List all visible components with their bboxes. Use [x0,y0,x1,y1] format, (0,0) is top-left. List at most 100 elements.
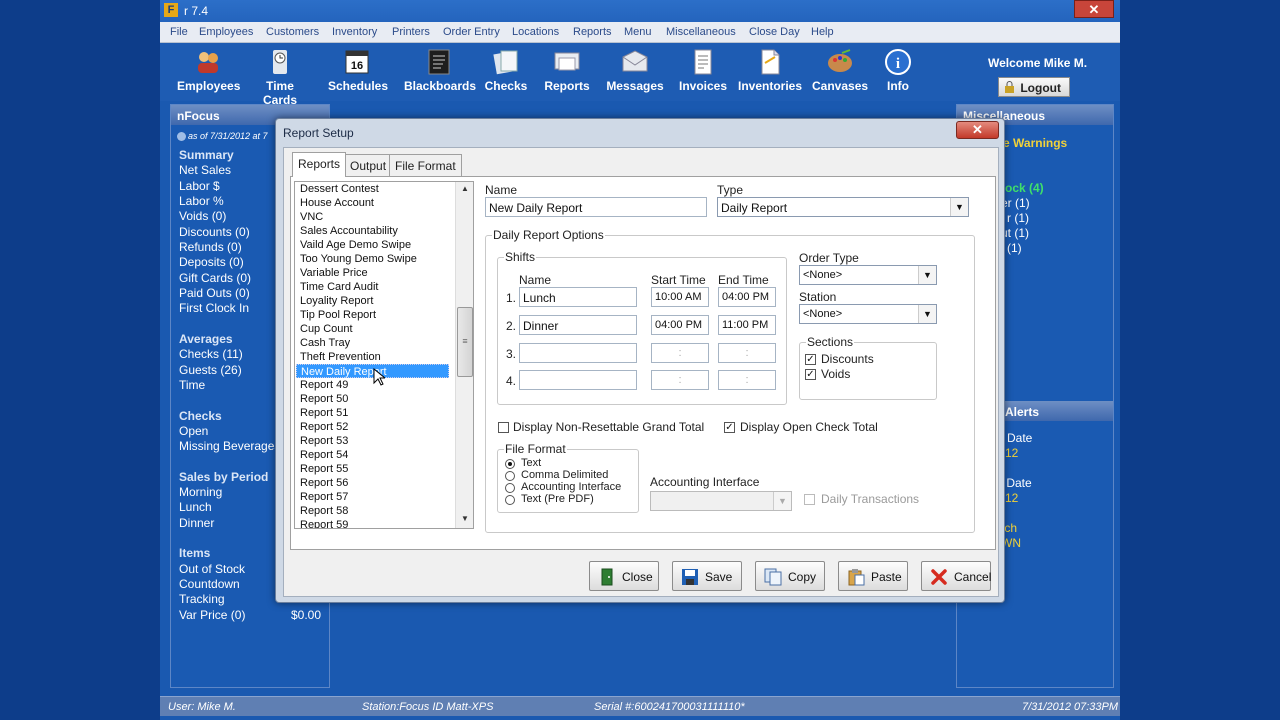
format-pdf-radio[interactable] [505,495,515,505]
report-list-item[interactable]: Cup Count [296,322,449,336]
summary-gift-cards[interactable]: Gift Cards (0) [179,271,251,285]
scroll-down-arrow-icon[interactable]: ▼ [461,514,469,523]
logout-button[interactable]: Logout [998,77,1070,97]
averages-checks[interactable]: Checks (11) [179,347,243,361]
window-close-button[interactable]: ✕ [1074,0,1114,18]
menu-file[interactable]: File [170,26,188,38]
report-list-item[interactable]: Report 50 [296,392,449,406]
report-list-item[interactable]: Sales Accountability [296,224,449,238]
report-type-select[interactable]: Daily Report ▼ [717,197,969,217]
toolbar-canvases-button[interactable]: Canvases [812,49,868,93]
report-list-item[interactable]: Too Young Demo Swipe [296,252,449,266]
menu-inventory[interactable]: Inventory [332,26,377,38]
report-list-item[interactable]: Time Card Audit [296,280,449,294]
menu-miscellaneous[interactable]: Miscellaneous [666,26,736,38]
menu-close-day[interactable]: Close Day [749,26,800,38]
menu-menu[interactable]: Menu [624,26,652,38]
format-comma-radio[interactable] [505,471,515,481]
discounts-checkbox[interactable]: ✓ [805,354,816,365]
report-list-item[interactable]: House Account [296,196,449,210]
voids-checkbox[interactable]: ✓ [805,369,816,380]
items-countdown[interactable]: Countdown [179,577,240,591]
menu-customers[interactable]: Customers [266,26,319,38]
report-list-item[interactable]: Report 53 [296,434,449,448]
report-list-item[interactable]: Report 56 [296,476,449,490]
shift-1-start-field[interactable]: 10:00 AM [651,287,709,307]
accounting-interface-select[interactable]: ▼ [650,491,792,511]
shift-2-start-field[interactable]: 04:00 PM [651,315,709,335]
tab-file-format[interactable]: File Format [389,154,462,176]
dialog-close-button[interactable]: ✕ [956,121,999,139]
shift-3-end-field[interactable]: : [718,343,776,363]
summary-labor-dollars[interactable]: Labor $ [179,179,220,193]
averages-time[interactable]: Time [179,378,205,392]
summary-first-clock-in[interactable]: First Clock In [179,301,249,315]
summary-paid-outs[interactable]: Paid Outs (0) [179,286,250,300]
report-list-item[interactable]: VNC [296,210,449,224]
summary-refunds[interactable]: Refunds (0) [179,240,242,254]
averages-guests[interactable]: Guests (26) [179,363,242,377]
report-list-item[interactable]: Tip Pool Report [296,308,449,322]
period-dinner[interactable]: Dinner [179,516,214,530]
items-out-of-stock[interactable]: Out of Stock [179,562,245,576]
format-text-radio[interactable] [505,459,515,469]
toolbar-messages-button[interactable]: Messages [604,49,666,93]
shift-4-end-field[interactable]: : [718,370,776,390]
misc-line-5[interactable]: (1) [1007,241,1022,255]
toolbar-blackboards-button[interactable]: Blackboards [404,49,476,93]
scroll-up-arrow-icon[interactable]: ▲ [461,184,469,193]
period-lunch[interactable]: Lunch [179,500,212,514]
non-resettable-checkbox[interactable] [498,422,509,433]
scroll-thumb[interactable]: ≡ [457,307,473,377]
report-list-item[interactable]: Report 54 [296,448,449,462]
checks-open[interactable]: Open [179,424,208,438]
report-list-item[interactable]: Theft Prevention [296,350,449,364]
report-list-item[interactable]: Loyality Report [296,294,449,308]
report-list-item[interactable]: Variable Price [296,266,449,280]
refresh-icon[interactable] [177,132,186,142]
items-tracking[interactable]: Tracking [179,592,225,606]
report-list-item[interactable]: Dessert Contest [296,182,449,196]
copy-button[interactable]: Copy [755,561,825,591]
shift-4-name-field[interactable] [519,370,637,390]
misc-line-2[interactable]: er (1) [1001,196,1030,210]
report-list-item[interactable]: Report 55 [296,462,449,476]
report-list-item[interactable]: Report 57 [296,490,449,504]
summary-deposits[interactable]: Deposits (0) [179,255,244,269]
tab-output[interactable]: Output [344,154,393,176]
save-button[interactable]: Save [672,561,742,591]
toolbar-info-button[interactable]: i Info [880,49,916,93]
period-morning[interactable]: Morning [179,485,222,499]
summary-labor-percent[interactable]: Labor % [179,194,224,208]
daily-transactions-checkbox[interactable] [804,494,815,505]
shift-3-name-field[interactable] [519,343,637,363]
menu-help[interactable]: Help [811,26,834,38]
report-list[interactable]: Dessert Contest House Account VNC Sales Acc… [294,181,474,529]
shift-2-name-field[interactable]: Dinner [519,315,637,335]
items-var-price[interactable]: Var Price (0) [179,608,245,622]
tab-reports[interactable]: Reports [292,152,347,177]
checks-missing-beverages[interactable]: Missing Beverages [179,439,280,453]
report-list-scrollbar[interactable]: ▲ ≡ ▼ [455,182,473,528]
menu-employees[interactable]: Employees [199,26,253,38]
warnings-link[interactable]: e Warnings [1003,136,1067,150]
menu-printers[interactable]: Printers [392,26,430,38]
misc-line-3[interactable]: r (1) [1007,211,1029,225]
menu-reports[interactable]: Reports [573,26,612,38]
report-name-field[interactable]: New Daily Report [485,197,707,217]
paste-button[interactable]: Paste [838,561,908,591]
shift-1-end-field[interactable]: 04:00 PM [718,287,776,307]
format-accounting-radio[interactable] [505,483,515,493]
summary-net-sales[interactable]: Net Sales [179,163,231,177]
report-list-item[interactable]: Report 52 [296,420,449,434]
close-button[interactable]: Close [589,561,659,591]
toolbar-time-cards-button[interactable]: Time Cards [248,49,312,107]
summary-voids[interactable]: Voids (0) [179,209,226,223]
menu-locations[interactable]: Locations [512,26,559,38]
report-list-item[interactable]: Cash Tray [296,336,449,350]
report-list-item[interactable]: Report 59 [296,518,449,528]
report-list-item[interactable]: Vaild Age Demo Swipe [296,238,449,252]
station-select[interactable]: <None> ▼ [799,304,937,324]
shift-1-name-field[interactable]: Lunch [519,287,637,307]
cancel-button[interactable]: Cancel [921,561,991,591]
